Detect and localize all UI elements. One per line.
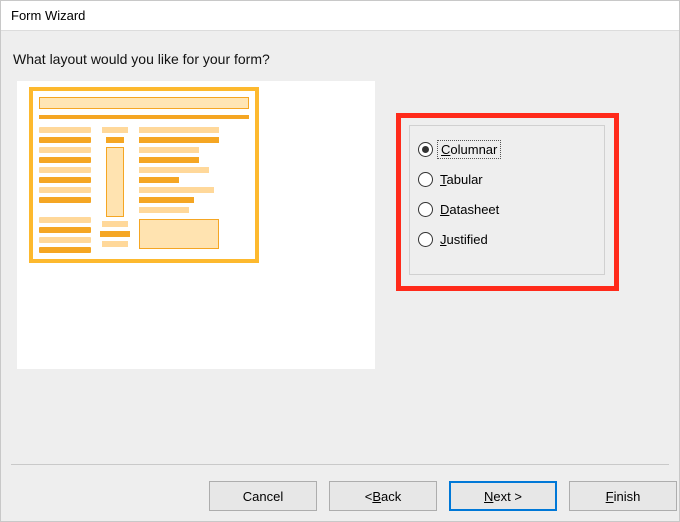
option-justified[interactable]: Justified	[418, 224, 596, 254]
cancel-button[interactable]: Cancel	[209, 481, 317, 511]
separator	[11, 464, 669, 465]
layout-preview-frame	[29, 87, 259, 263]
option-datasheet-label: Datasheet	[437, 201, 502, 218]
radio-icon	[418, 232, 433, 247]
option-justified-label: Justified	[437, 231, 491, 248]
finish-button[interactable]: Finish	[569, 481, 677, 511]
prompt-text: What layout would you like for your form…	[13, 51, 270, 67]
back-button[interactable]: < Back	[329, 481, 437, 511]
window-title: Form Wizard	[11, 8, 85, 23]
option-columnar-label: Columnar	[437, 140, 501, 159]
option-tabular[interactable]: Tabular	[418, 164, 596, 194]
option-columnar[interactable]: Columnar	[418, 134, 596, 164]
option-tabular-label: Tabular	[437, 171, 486, 188]
option-datasheet[interactable]: Datasheet	[418, 194, 596, 224]
titlebar: Form Wizard	[1, 1, 679, 31]
wizard-button-row: Cancel < Back Next > Finish	[209, 481, 679, 511]
radio-icon	[418, 172, 433, 187]
radio-icon	[418, 202, 433, 217]
layout-options-group: Columnar Tabular Datasheet Justified	[409, 125, 605, 275]
layout-preview	[17, 81, 375, 369]
radio-icon	[418, 142, 433, 157]
next-button[interactable]: Next >	[449, 481, 557, 511]
